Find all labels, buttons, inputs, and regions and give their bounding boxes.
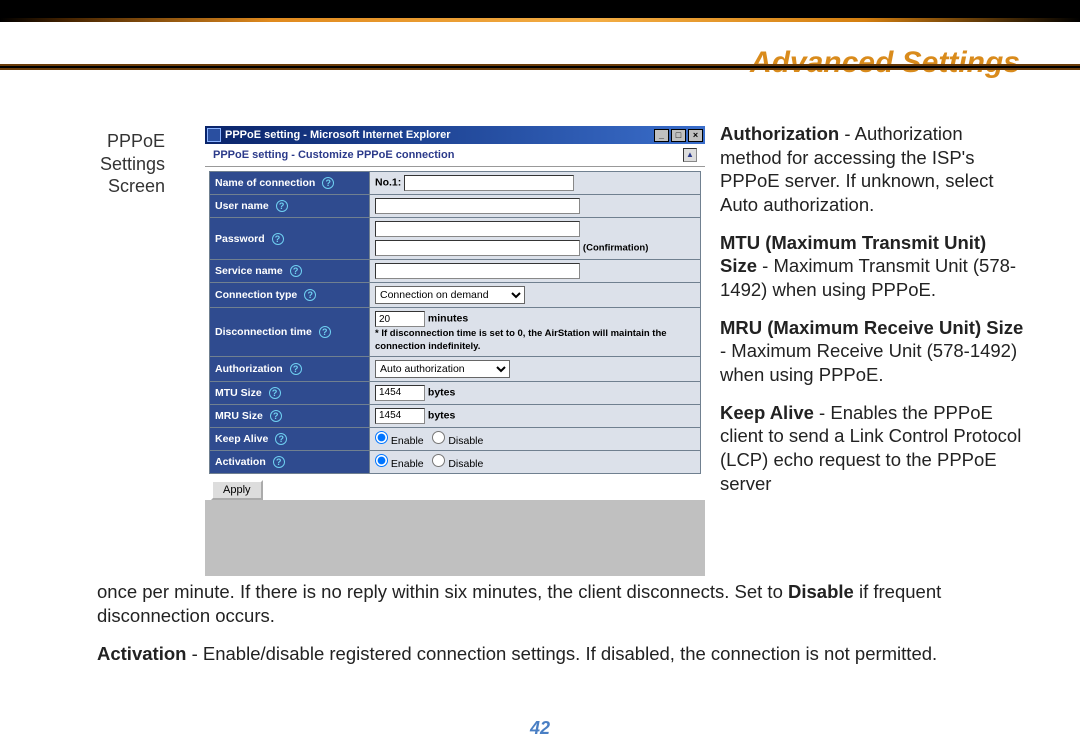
radio-label: Enable — [391, 458, 424, 470]
page-number: 42 — [0, 718, 1080, 739]
help-icon[interactable]: ? — [290, 363, 302, 375]
activation-disable-option[interactable]: Disable — [432, 458, 483, 470]
radio-input[interactable] — [432, 454, 445, 467]
paragraph-activation: Activation - Enable/disable registered c… — [97, 642, 992, 666]
row-label: Connection type — [215, 289, 297, 301]
password-confirm-input[interactable] — [375, 240, 580, 256]
help-icon[interactable]: ? — [269, 387, 281, 399]
row-label: Name of connection — [215, 177, 315, 189]
row-label: Keep Alive — [215, 433, 268, 445]
body-text-below: once per minute. If there is no reply wi… — [97, 580, 992, 680]
radio-label: Disable — [448, 435, 483, 447]
minimize-button[interactable]: _ — [654, 129, 669, 142]
caption-line: Settings — [55, 153, 165, 176]
paragraph-mru: MRU (Maximum Receive Unit) Size - Maximu… — [720, 316, 1025, 387]
paragraph-mtu: MTU (Maximum Transmit Unit) Size - Maxim… — [720, 231, 1025, 302]
disconnection-note: * If disconnection time is set to 0, the… — [375, 328, 667, 352]
term: Authorization — [720, 123, 839, 144]
keepalive-enable-option[interactable]: Enable — [375, 435, 427, 447]
ie-app-icon — [207, 128, 221, 142]
row-label: MRU Size — [215, 410, 263, 422]
minutes-label: minutes — [428, 313, 468, 325]
help-icon[interactable]: ? — [276, 200, 288, 212]
desc: - Maximum Transmit Unit (578-1492) when … — [720, 255, 1016, 300]
caption-line: PPPoE — [55, 130, 165, 153]
ie-subtitle-text: PPPoE setting - Customize PPPoE connecti… — [213, 149, 454, 161]
ie-window: PPPoE setting - Microsoft Internet Explo… — [205, 126, 705, 576]
desc: - Maximum Receive Unit (578-1492) when u… — [720, 340, 1017, 385]
term: Activation — [97, 643, 186, 664]
maximize-button[interactable]: □ — [671, 129, 686, 142]
help-icon[interactable]: ? — [272, 233, 284, 245]
paragraph-keepalive: Keep Alive - Enables the PPPoE client to… — [720, 401, 1025, 496]
scroll-up-icon[interactable]: ▲ — [683, 148, 697, 162]
page-title: Advanced Settings — [750, 46, 1020, 80]
radio-input[interactable] — [375, 454, 388, 467]
confirmation-label: (Confirmation) — [583, 243, 648, 254]
ie-titlebar[interactable]: PPPoE setting - Microsoft Internet Explo… — [205, 126, 705, 144]
row-label: Disconnection time — [215, 326, 312, 338]
help-icon[interactable]: ? — [290, 265, 302, 277]
term: Disable — [788, 581, 854, 602]
password-input[interactable] — [375, 221, 580, 237]
username-input[interactable] — [375, 198, 580, 214]
radio-input[interactable] — [375, 431, 388, 444]
apply-button[interactable]: Apply — [211, 480, 263, 500]
bytes-label: bytes — [428, 409, 455, 421]
help-icon[interactable]: ? — [319, 326, 331, 338]
help-icon[interactable]: ? — [304, 289, 316, 301]
bytes-label: bytes — [428, 386, 455, 398]
row-label: MTU Size — [215, 387, 262, 399]
title-band: Advanced Settings — [0, 22, 1080, 64]
ie-subtitle-bar: PPPoE setting - Customize PPPoE connecti… — [205, 144, 705, 167]
top-black-band — [0, 0, 1080, 18]
paragraph-authorization: Authorization - Authorization method for… — [720, 122, 1025, 217]
row-label: Activation — [215, 456, 266, 468]
row-label: Password — [215, 233, 265, 245]
text: once per minute. If there is no reply wi… — [97, 581, 788, 602]
ie-title-text: PPPoE setting - Microsoft Internet Explo… — [225, 129, 451, 141]
paragraph-keepalive-cont: once per minute. If there is no reply wi… — [97, 580, 992, 628]
desc: - Enable/disable registered connection s… — [186, 643, 937, 664]
radio-label: Disable — [448, 458, 483, 470]
help-icon[interactable]: ? — [322, 177, 334, 189]
ie-form-body: Name of connection ? No.1: User name ? P… — [205, 167, 705, 500]
radio-label: Enable — [391, 435, 424, 447]
mtu-input[interactable] — [375, 385, 425, 401]
caption-line: Screen — [55, 175, 165, 198]
second-band — [0, 64, 1080, 70]
connection-type-select[interactable]: Connection on demand — [375, 286, 525, 304]
row-label: User name — [215, 200, 269, 212]
close-button[interactable]: × — [688, 129, 703, 142]
mru-input[interactable] — [375, 408, 425, 424]
row-label: Service name — [215, 265, 283, 277]
right-text-column: Authorization - Authorization method for… — [720, 122, 1025, 509]
row-label: Authorization — [215, 363, 283, 375]
help-icon[interactable]: ? — [270, 410, 282, 422]
disconnection-time-input[interactable] — [375, 311, 425, 327]
settings-table: Name of connection ? No.1: User name ? P… — [209, 171, 701, 474]
help-icon[interactable]: ? — [275, 433, 287, 445]
conn-no-prefix: No.1: — [375, 177, 401, 189]
term: MRU (Maximum Receive Unit) Size — [720, 317, 1023, 338]
term: Keep Alive — [720, 402, 814, 423]
figure-caption: PPPoE Settings Screen — [55, 130, 165, 198]
connection-name-input[interactable] — [404, 175, 574, 191]
authorization-select[interactable]: Auto authorization — [375, 360, 510, 378]
radio-input[interactable] — [432, 431, 445, 444]
activation-enable-option[interactable]: Enable — [375, 458, 427, 470]
service-name-input[interactable] — [375, 263, 580, 279]
help-icon[interactable]: ? — [273, 456, 285, 468]
keepalive-disable-option[interactable]: Disable — [432, 435, 483, 447]
